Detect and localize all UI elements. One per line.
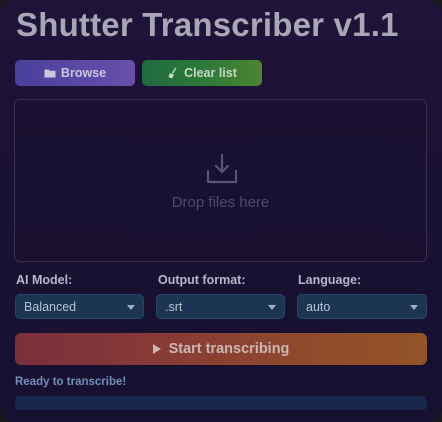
- play-icon: [152, 344, 161, 354]
- start-transcribing-label: Start transcribing: [168, 341, 290, 357]
- chevron-down-icon: [268, 305, 276, 310]
- status-text: Ready to transcribe!: [15, 376, 127, 388]
- dropzone-text: Drop files here: [171, 194, 270, 211]
- ai-model-select[interactable]: Balanced: [15, 294, 144, 319]
- output-format-value: .srt: [165, 299, 183, 314]
- app-title: Shutter Transcriber v1.1: [16, 6, 399, 43]
- browse-button[interactable]: Browse: [15, 60, 135, 86]
- file-dropzone[interactable]: Drop files here: [14, 99, 427, 262]
- language-select[interactable]: auto: [297, 294, 427, 319]
- ai-model-value: Balanced: [24, 299, 77, 314]
- browse-button-label: Browse: [60, 66, 107, 80]
- chevron-down-icon: [127, 305, 135, 310]
- chevron-down-icon: [410, 305, 418, 310]
- app-window: Shutter Transcriber v1.1 Browse Clear li…: [0, 0, 442, 422]
- start-transcribing-button[interactable]: Start transcribing: [15, 333, 427, 365]
- progress-bar: [15, 396, 427, 410]
- download-icon: [206, 153, 238, 184]
- ai-model-label: AI Model:: [16, 273, 73, 287]
- language-label: Language:: [298, 273, 362, 287]
- clear-list-button[interactable]: Clear list: [142, 60, 262, 86]
- language-value: auto: [306, 299, 331, 314]
- broom-icon: [167, 67, 179, 79]
- clear-list-button-label: Clear list: [184, 66, 237, 80]
- output-format-select[interactable]: .srt: [156, 294, 285, 319]
- folder-icon: [44, 68, 56, 78]
- output-format-label: Output format:: [158, 273, 246, 287]
